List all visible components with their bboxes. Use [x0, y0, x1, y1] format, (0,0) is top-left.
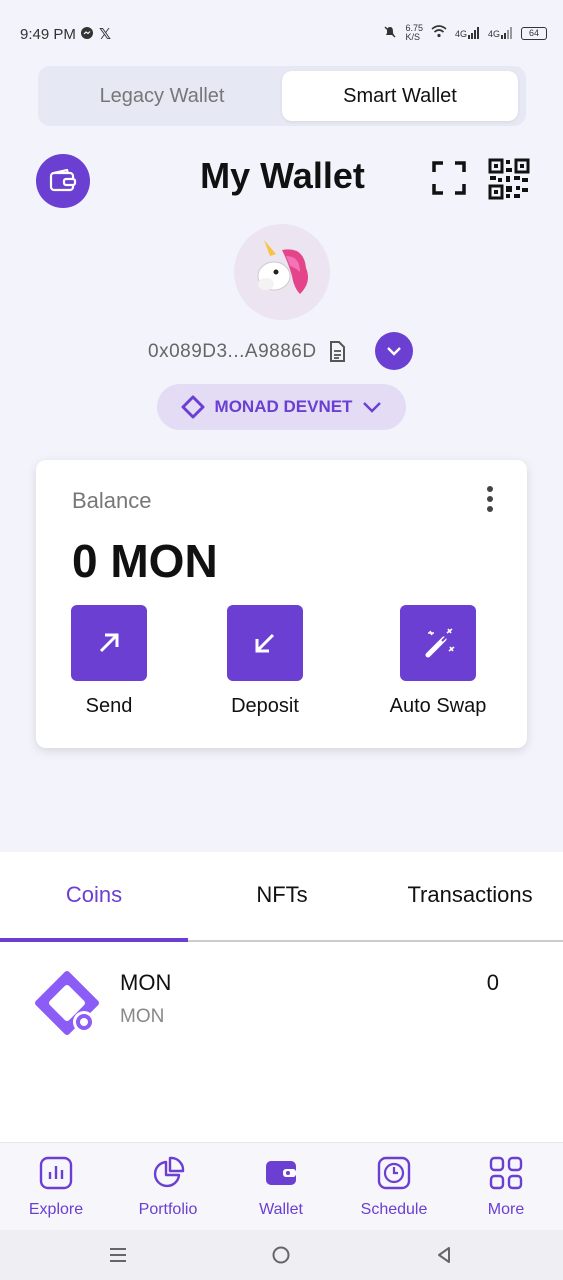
- x-icon: 𝕏: [99, 26, 112, 43]
- nav-label: More: [487, 1201, 525, 1218]
- signal-bars-icon: [501, 27, 512, 39]
- wallet-type-toggle: Legacy Wallet Smart Wallet: [38, 66, 526, 126]
- menu-icon[interactable]: [108, 1245, 128, 1265]
- chevron-down-icon: [363, 402, 382, 413]
- tab-smart-wallet[interactable]: Smart Wallet: [282, 71, 518, 121]
- copy-icon[interactable]: [327, 340, 347, 364]
- auto-swap-button[interactable]: [400, 605, 476, 681]
- coin-symbol: MON: [120, 1006, 165, 1027]
- arrow-down-left-icon: [255, 633, 275, 653]
- signal-b: 4G: [488, 27, 513, 39]
- page-title: My Wallet: [200, 155, 365, 196]
- arrow-up-right-icon: [99, 633, 119, 653]
- balance-value: 0 MON: [72, 535, 218, 587]
- net-b-label: 4G: [487, 29, 500, 39]
- net-a-label: 4G: [454, 29, 467, 39]
- tab-transactions[interactable]: Transactions: [376, 882, 563, 908]
- tab-nfts[interactable]: NFTs: [188, 882, 376, 908]
- wifi-icon: [431, 25, 447, 41]
- tab-coins[interactable]: Coins: [0, 882, 188, 908]
- grid-icon: [489, 1156, 523, 1190]
- tab-active-indicator: [0, 938, 188, 942]
- coin-name: MON: [120, 970, 172, 995]
- net-speed: 6.75 K/S: [405, 24, 423, 42]
- messenger-icon: [80, 26, 94, 45]
- wallet-address: 0x089D3...A9886D: [148, 336, 347, 368]
- auto-swap-action: Auto Swap: [368, 605, 508, 718]
- pie-chart-icon: [153, 1156, 185, 1188]
- qr-code-icon[interactable]: [488, 158, 530, 200]
- nav-label: Explore: [28, 1201, 84, 1218]
- wallet-switch-button[interactable]: [36, 154, 90, 208]
- nav-schedule[interactable]: Schedule: [338, 1155, 450, 1219]
- send-button[interactable]: [71, 605, 147, 681]
- more-vertical-icon[interactable]: [478, 484, 502, 514]
- unicorn-icon: [257, 240, 308, 294]
- nav-label: Portfolio: [138, 1201, 198, 1218]
- tab-legacy-wallet[interactable]: Legacy Wallet: [44, 71, 280, 121]
- nav-wallet[interactable]: Wallet: [225, 1155, 337, 1219]
- battery-icon: 64: [521, 26, 547, 40]
- address-text: 0x089D3...A9886D: [148, 341, 317, 362]
- status-bar: 9:49 PM 𝕏 6.75 K/S 4G 4G 64: [0, 0, 563, 68]
- coin-amount: 0: [486, 970, 499, 995]
- chevron-down-icon: [387, 347, 401, 356]
- avatar[interactable]: [234, 224, 330, 320]
- deposit-action: Deposit: [195, 605, 335, 718]
- nav-more[interactable]: More: [450, 1155, 562, 1219]
- nav-label: Wallet: [259, 1201, 303, 1218]
- nav-label: Schedule: [360, 1201, 428, 1218]
- balance-card: Balance 0 MON Send Deposit Auto Swap: [36, 460, 527, 748]
- home-icon[interactable]: [271, 1245, 291, 1265]
- status-time: 9:49 PM: [20, 26, 76, 43]
- wallet-icon: [49, 169, 77, 192]
- network-selector[interactable]: MONAD DEVNET: [157, 384, 406, 430]
- back-icon[interactable]: [434, 1245, 454, 1265]
- list-item[interactable]: MON MON 0: [0, 960, 563, 1050]
- net-speed-unit: K/S: [405, 32, 420, 42]
- monad-logo-icon: [181, 395, 205, 419]
- deposit-label: Deposit: [231, 695, 299, 717]
- deposit-button[interactable]: [227, 605, 303, 681]
- balance-label: Balance: [72, 488, 152, 513]
- system-nav-bar: [0, 1230, 563, 1280]
- account-dropdown-button[interactable]: [375, 332, 413, 370]
- send-label: Send: [85, 695, 133, 717]
- assets-panel: Coins NFTs Transactions MON MON 0: [0, 852, 563, 1142]
- bottom-nav: Explore Portfolio Wallet Schedule More: [0, 1142, 563, 1230]
- signal-bars-icon: [467, 27, 479, 39]
- clock-icon: [377, 1156, 411, 1190]
- bar-chart-icon: [39, 1156, 73, 1190]
- scan-icon[interactable]: [432, 161, 466, 195]
- nav-portfolio[interactable]: Portfolio: [112, 1155, 224, 1219]
- monad-coin-icon: [35, 971, 99, 1035]
- signal-a: 4G: [455, 27, 480, 39]
- mute-icon: [383, 25, 397, 42]
- wallet-icon: [266, 1161, 296, 1185]
- status-indicators: 6.75 K/S 4G 4G 64: [383, 24, 547, 42]
- auto-swap-label: Auto Swap: [389, 695, 487, 717]
- network-name: MONAD DEVNET: [214, 397, 353, 416]
- magic-wand-icon: [425, 628, 455, 658]
- nav-explore[interactable]: Explore: [0, 1155, 112, 1219]
- send-action: Send: [39, 605, 179, 718]
